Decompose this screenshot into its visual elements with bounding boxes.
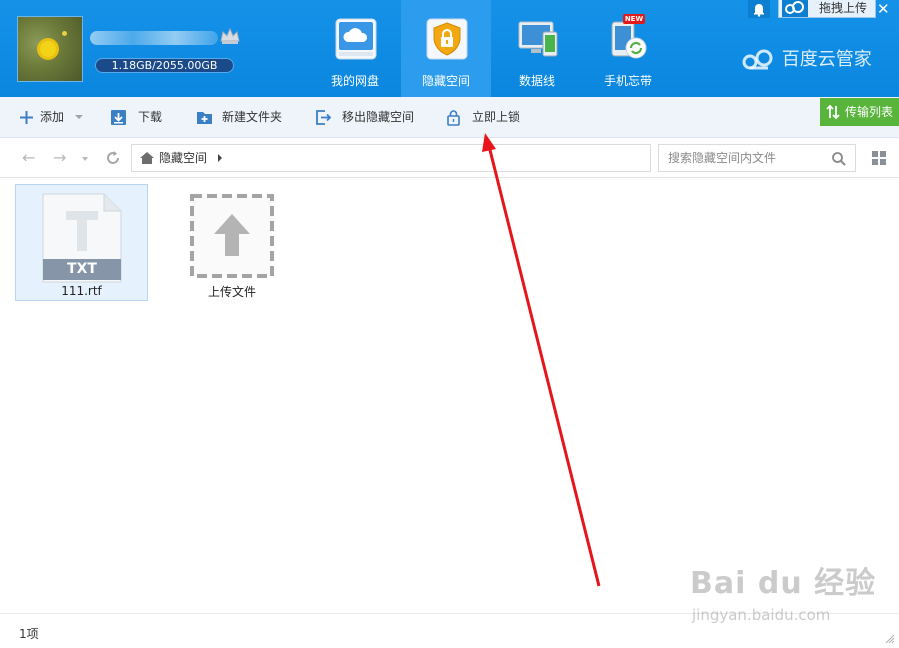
drag-upload-label: 拖拽上传 <box>819 1 868 15</box>
toolbar: 添加 下载 新建文件夹 移出隐藏空间 立即上锁 <box>0 97 899 138</box>
new-badge: NEW <box>623 14 645 24</box>
lock-icon <box>447 110 460 126</box>
baidu-jingyan-watermark: Bai du 经验 jingyan.baidu.com <box>690 548 890 628</box>
download-button[interactable]: 下载 <box>110 97 170 138</box>
tab-phone-forgot[interactable]: NEW 手机忘带 <box>583 0 673 97</box>
resize-grip-icon[interactable] <box>885 634 895 644</box>
lock-now-label: 立即上锁 <box>472 110 521 124</box>
history-dropdown-icon[interactable] <box>82 157 88 161</box>
search-input[interactable] <box>660 146 820 170</box>
breadcrumb-caret-icon[interactable] <box>218 154 222 162</box>
grid-view-icon[interactable] <box>872 151 886 165</box>
forward-button[interactable]: → <box>53 150 71 166</box>
move-out-hidden-button[interactable]: 移出隐藏空间 <box>315 97 425 138</box>
chevron-down-icon <box>75 115 83 119</box>
breadcrumb[interactable]: 隐藏空间 <box>131 144 651 172</box>
tab-data-cable[interactable]: 数据线 <box>492 0 582 97</box>
refresh-icon[interactable] <box>105 150 121 166</box>
devices-icon <box>518 21 558 57</box>
watermark-brand: Bai du 经验 <box>690 566 877 601</box>
file-name[interactable]: 111.rtf <box>16 284 147 298</box>
cloud-drive-icon <box>335 18 377 60</box>
phone-sync-icon <box>611 21 647 59</box>
file-item[interactable]: TXT 111.rtf <box>15 184 148 301</box>
move-out-label: 移出隐藏空间 <box>342 110 415 124</box>
search-box <box>658 144 856 172</box>
back-button[interactable]: ← <box>22 150 40 166</box>
transfer-arrows-icon <box>826 104 840 120</box>
lock-shield-icon <box>426 18 468 60</box>
tab-my-netdisk[interactable]: 我的网盘 <box>310 0 400 97</box>
bell-icon <box>754 4 764 17</box>
upload-file-label[interactable]: 上传文件 <box>190 283 274 300</box>
add-button[interactable]: 添加 <box>18 97 88 138</box>
lock-now-button[interactable]: 立即上锁 <box>445 97 535 138</box>
notification-button[interactable] <box>748 0 770 18</box>
transfer-list-button[interactable]: 传输列表 <box>820 98 899 126</box>
drag-upload-button[interactable]: 拖拽上传 <box>778 0 876 18</box>
tab-label: 手机忘带 <box>603 74 652 88</box>
new-folder-icon <box>197 112 212 124</box>
home-icon[interactable] <box>139 151 155 165</box>
item-count: 1项 <box>19 627 39 641</box>
watermark-url: jingyan.baidu.com <box>692 606 831 624</box>
header-bar: 1.18GB/2055.00GB 我的网盘 隐藏空间 数据线 NEW 手机忘带 … <box>0 0 899 97</box>
avatar-flower <box>40 41 56 57</box>
move-out-icon <box>316 110 332 125</box>
transfer-list-label: 传输列表 <box>845 105 894 119</box>
download-icon <box>111 110 126 125</box>
download-label: 下载 <box>138 110 163 124</box>
vip-crown-icon <box>220 27 240 44</box>
drag-upload-cloud-icon <box>782 0 808 17</box>
upload-file-button[interactable] <box>190 194 274 278</box>
avatar-flower-small <box>62 31 67 36</box>
breadcrumb-hidden-space[interactable]: 隐藏空间 <box>159 145 207 171</box>
baidu-yun-logo: 百度云管家 <box>742 48 884 72</box>
storage-quota: 1.18GB/2055.00GB <box>95 58 234 73</box>
close-window-button[interactable]: ✕ <box>877 0 891 18</box>
plus-icon <box>20 111 33 124</box>
add-label: 添加 <box>40 110 65 124</box>
address-bar: ← → 隐藏空间 <box>0 138 899 178</box>
tab-label: 隐藏空间 <box>421 74 470 88</box>
baidu-cloud-logo-icon <box>742 49 773 70</box>
tab-hidden-space[interactable]: 隐藏空间 <box>401 0 491 97</box>
tab-label: 数据线 <box>518 74 555 88</box>
username-blurred <box>90 31 218 45</box>
tab-label: 我的网盘 <box>330 74 379 88</box>
new-folder-label: 新建文件夹 <box>222 110 283 124</box>
user-avatar[interactable] <box>17 16 83 82</box>
new-folder-button[interactable]: 新建文件夹 <box>196 97 292 138</box>
file-type-label: TXT <box>67 261 97 277</box>
logo-text: 百度云管家 <box>781 49 872 70</box>
search-icon[interactable] <box>831 151 847 167</box>
